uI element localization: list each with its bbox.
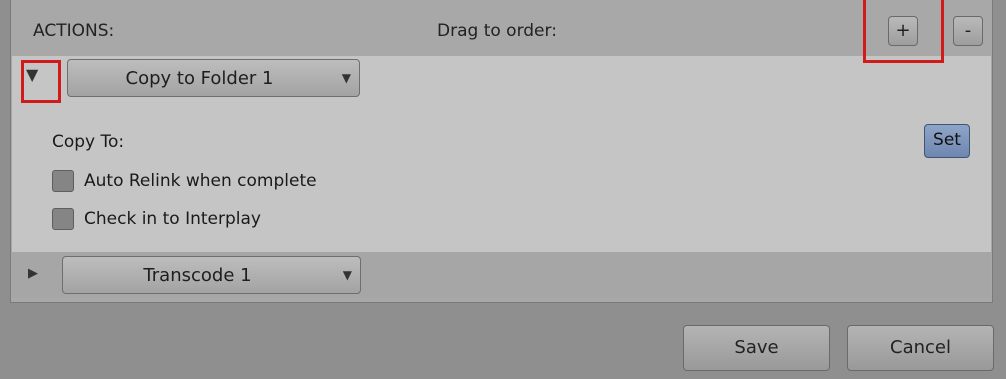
actions-header: ACTIONS: Drag to order: + - [11, 0, 992, 56]
action-dropdown-value: Copy to Folder 1 [125, 68, 274, 89]
chevron-down-icon: ▼ [341, 71, 351, 85]
cancel-button[interactable]: Cancel [847, 325, 994, 371]
plus-highlight-box [863, 0, 944, 63]
action-dropdown[interactable]: Transcode 1 ▼ [62, 256, 361, 294]
remove-action-button[interactable]: - [953, 16, 983, 46]
check-in-interplay-checkbox[interactable] [52, 208, 74, 230]
set-button[interactable]: Set [924, 124, 970, 158]
drag-to-order-label: Drag to order: [437, 21, 557, 41]
check-in-interplay-label: Check in to Interplay [84, 209, 261, 229]
check-in-interplay-option[interactable]: Check in to Interplay [52, 208, 261, 230]
actions-label: ACTIONS: [33, 21, 115, 41]
auto-relink-label: Auto Relink when complete [84, 171, 317, 191]
action-dropdown-value: Transcode 1 [143, 265, 252, 286]
copy-to-label: Copy To: [52, 132, 125, 152]
expand-highlight-box [21, 60, 61, 103]
chevron-down-icon: ▼ [342, 268, 352, 282]
save-button[interactable]: Save [683, 325, 830, 371]
actions-panel: ACTIONS: Drag to order: + - ▼ Copy to Fo… [10, 0, 993, 303]
action-item-collapsed: ▶ Transcode 1 ▼ [12, 252, 991, 298]
auto-relink-option[interactable]: Auto Relink when complete [52, 170, 317, 192]
action-dropdown[interactable]: Copy to Folder 1 ▼ [67, 59, 360, 97]
action-item-expanded: ▼ Copy to Folder 1 ▼ Copy To: Set Auto R… [12, 56, 991, 252]
triangle-right-icon[interactable]: ▶ [28, 266, 38, 281]
auto-relink-checkbox[interactable] [52, 170, 74, 192]
